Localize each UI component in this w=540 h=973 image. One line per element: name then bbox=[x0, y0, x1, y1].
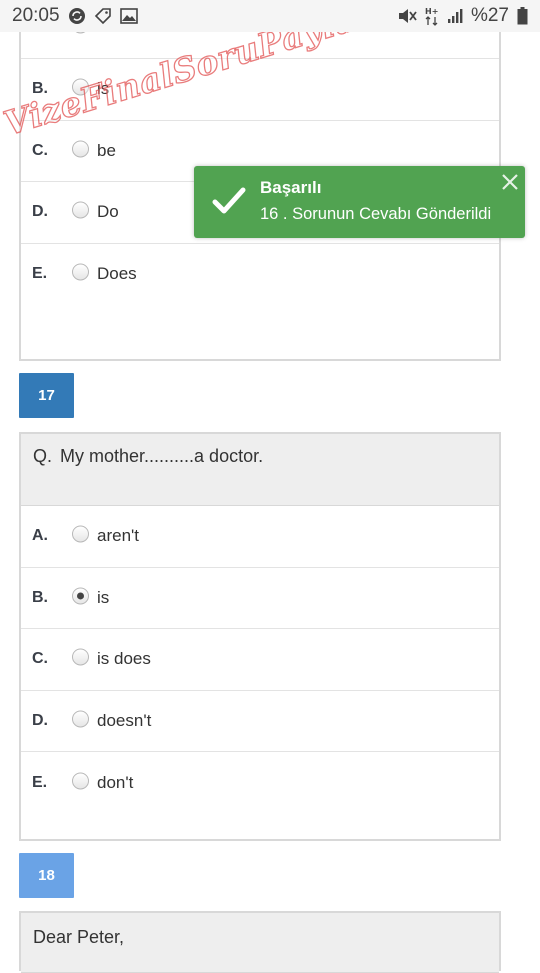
question-18-card: Dear Peter, bbox=[19, 911, 501, 973]
question-text: Q. My mother..........a doctor. bbox=[21, 434, 499, 506]
network-h-plus-icon: H+ bbox=[425, 6, 439, 26]
svg-text:H+: H+ bbox=[425, 7, 438, 16]
option-label: be bbox=[97, 140, 116, 160]
option-letter: D. bbox=[32, 203, 48, 221]
question-text: Dear Peter, bbox=[21, 913, 499, 973]
toast-title: Başarılı bbox=[260, 178, 322, 197]
question-number-badge: 18 bbox=[19, 853, 74, 898]
option-b[interactable]: B. is bbox=[21, 568, 499, 629]
question-body: Dear Peter, bbox=[33, 927, 125, 947]
option-e[interactable]: E. Does bbox=[21, 244, 499, 306]
radio-button[interactable] bbox=[72, 201, 89, 219]
radio-button[interactable] bbox=[72, 772, 89, 790]
radio-button[interactable] bbox=[72, 78, 89, 96]
mute-icon bbox=[397, 7, 417, 25]
question-prefix: Q. bbox=[33, 446, 53, 466]
option-letter: A. bbox=[32, 527, 48, 545]
close-icon[interactable] bbox=[500, 172, 520, 192]
option-letter: C. bbox=[32, 650, 48, 668]
option-c[interactable]: C. is does bbox=[21, 629, 499, 691]
option-letter: E. bbox=[32, 265, 48, 283]
option-a[interactable]: A. aren't bbox=[21, 506, 499, 568]
image-icon bbox=[119, 8, 138, 24]
toast-message: 16 . Sorunun Cevabı Gönderildi bbox=[260, 205, 492, 223]
radio-button[interactable] bbox=[72, 587, 89, 605]
option-label: doesn't bbox=[97, 710, 152, 730]
signal-icon bbox=[447, 8, 463, 24]
option-label: aren't bbox=[97, 526, 139, 546]
radio-button[interactable] bbox=[72, 710, 89, 728]
option-label: don't bbox=[97, 772, 134, 792]
sync-icon bbox=[68, 7, 86, 25]
question-number-badge: 17 bbox=[19, 373, 74, 418]
option-letter: D. bbox=[32, 711, 48, 729]
option-label: is bbox=[97, 587, 110, 607]
option-label: is does bbox=[97, 649, 151, 669]
radio-button[interactable] bbox=[72, 648, 89, 666]
radio-button[interactable] bbox=[72, 140, 89, 158]
option-d[interactable]: D. doesn't bbox=[21, 691, 499, 752]
option-letter: E. bbox=[32, 773, 48, 791]
tag-icon bbox=[94, 7, 112, 25]
battery-icon bbox=[517, 7, 528, 25]
status-bar: 20:05 H+ %27 bbox=[0, 0, 540, 32]
radio-button[interactable] bbox=[72, 263, 89, 281]
option-label: is bbox=[97, 79, 110, 99]
option-label: Do bbox=[97, 202, 119, 222]
battery-percent: %27 bbox=[470, 5, 509, 26]
question-17-card: Q. My mother..........a doctor. A. aren't… bbox=[19, 432, 501, 841]
option-letter: B. bbox=[32, 588, 48, 606]
option-label: Does bbox=[97, 264, 137, 284]
option-b[interactable]: B. is bbox=[21, 59, 499, 121]
radio-button[interactable] bbox=[72, 525, 89, 543]
status-time: 20:05 bbox=[12, 5, 60, 26]
option-e[interactable]: E. don't bbox=[21, 752, 499, 814]
success-toast[interactable]: Başarılı 16 . Sorunun Cevabı Gönderildi bbox=[194, 166, 525, 238]
option-letter: B. bbox=[32, 80, 48, 98]
check-icon bbox=[212, 186, 246, 221]
question-body: My mother..........a doctor. bbox=[60, 446, 264, 466]
option-letter: C. bbox=[32, 141, 48, 159]
